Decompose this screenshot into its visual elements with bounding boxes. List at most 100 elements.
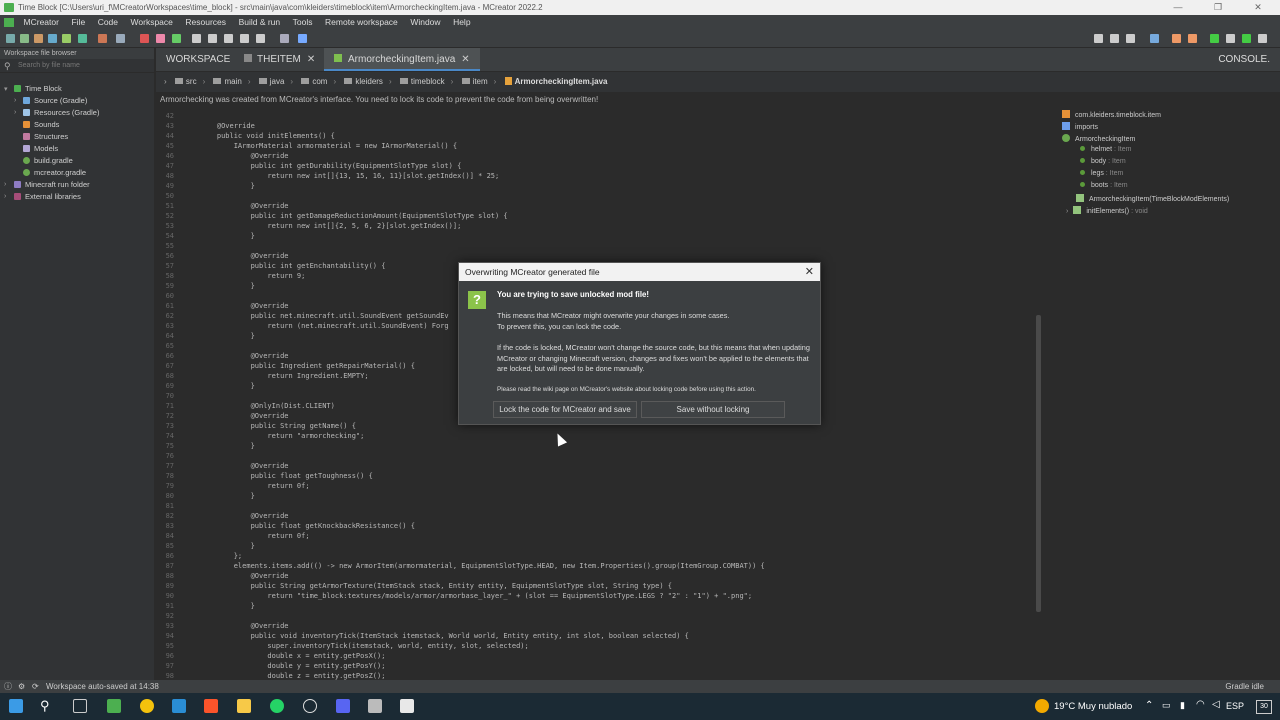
code-line[interactable]: return 9; — [200, 271, 305, 281]
code-line[interactable]: double y = entity.getPosY(); — [200, 661, 385, 671]
resources-icon[interactable] — [34, 34, 43, 43]
grid-green-icon[interactable] — [172, 34, 181, 43]
code-line[interactable]: public float getKnockbackResistance() { — [200, 521, 415, 531]
menu-window[interactable]: Window — [405, 15, 445, 30]
build-icon[interactable] — [1172, 34, 1181, 43]
code-line[interactable]: public float getToughness() { — [200, 471, 373, 481]
app-icon-2[interactable] — [368, 699, 382, 713]
network-icon[interactable]: ▭ — [1162, 700, 1171, 711]
push-icon[interactable] — [1126, 34, 1135, 43]
windows-start-icon[interactable] — [9, 699, 23, 713]
code-line[interactable]: } — [200, 381, 255, 391]
chrome-icon[interactable] — [140, 699, 154, 713]
console-tab[interactable]: CONSOLE. — [1218, 48, 1270, 71]
structures-icon[interactable] — [62, 34, 71, 43]
info-icon[interactable]: ⓘ — [4, 680, 12, 693]
search-icon[interactable]: ⚲ — [40, 698, 50, 714]
code-line[interactable]: elements.items.add(() -> new ArmorItem(a… — [200, 561, 765, 571]
menu-mcreator[interactable]: MCreator — [19, 15, 64, 30]
menu-build-run[interactable]: Build & run — [234, 15, 286, 30]
minimize-button[interactable]: — — [1158, 0, 1198, 15]
settings-icon[interactable] — [280, 34, 289, 43]
animation-icon[interactable] — [98, 34, 107, 43]
tree-item-sounds[interactable]: Sounds — [23, 120, 59, 129]
code-line[interactable]: } — [200, 441, 255, 451]
grid-pink-icon[interactable] — [156, 34, 165, 43]
code-line[interactable]: return 0f; — [200, 531, 309, 541]
weather-text[interactable]: 19°C Muy nublado — [1054, 701, 1132, 712]
editor-scrollbar[interactable] — [1036, 315, 1041, 612]
lock-code-and-save-button[interactable]: Lock the code for MCreator and save — [493, 401, 637, 418]
folder-icon[interactable] — [1150, 34, 1159, 43]
language-indicator[interactable]: ESP — [1226, 701, 1244, 711]
code-line[interactable]: } — [200, 601, 255, 611]
code-line[interactable]: }; — [200, 551, 242, 561]
tree-item-build-gradle[interactable]: build.gradle — [23, 156, 73, 165]
outline-constructor[interactable]: ArmorcheckingItem(TimeBlockModElements) — [1076, 194, 1229, 203]
code-line[interactable]: @Override — [200, 251, 289, 261]
code-line[interactable]: return new int[]{2, 5, 6, 2}[slot.getInd… — [200, 221, 461, 231]
outline-field[interactable]: boots : Item — [1080, 182, 1128, 189]
breadcrumb-file[interactable]: ArmorcheckingItem.java — [504, 72, 608, 92]
code-line[interactable]: @Override — [200, 201, 289, 211]
file-search-box[interactable]: ⚲ Search by file name — [0, 59, 154, 73]
task-view-icon[interactable] — [73, 699, 87, 713]
tree-item-source[interactable]: Source (Gradle) — [23, 96, 87, 105]
code-line[interactable]: @Override — [200, 411, 289, 421]
code-line[interactable]: } — [200, 231, 255, 241]
tree-item-external-libraries[interactable]: External libraries — [14, 192, 81, 201]
code-line[interactable]: @Override — [200, 301, 289, 311]
code-line[interactable]: @Override — [200, 121, 255, 131]
run-client-icon[interactable] — [1210, 34, 1219, 43]
tree-item-models[interactable]: Models — [23, 144, 58, 153]
tool-icon[interactable] — [192, 34, 201, 43]
tool-icon-2[interactable] — [208, 34, 217, 43]
app-icon[interactable] — [172, 699, 186, 713]
code-line[interactable]: IArmorMaterial armormaterial = new IArmo… — [200, 141, 457, 151]
code-line[interactable]: return new int[]{13, 15, 16, 11}[slot.ge… — [200, 171, 499, 181]
outline-method[interactable]: › initElements() : void — [1066, 206, 1148, 215]
obs-icon[interactable] — [303, 699, 317, 713]
code-line[interactable]: public void inventoryTick(ItemStack item… — [200, 631, 689, 641]
code-line[interactable]: public String getArmorTexture(ItemStack … — [200, 581, 672, 591]
textures-icon[interactable] — [78, 34, 87, 43]
code-line[interactable]: double z = entity.getPosZ(); — [200, 671, 385, 680]
code-line[interactable]: } — [200, 181, 255, 191]
notifications-icon[interactable]: 30 — [1256, 700, 1272, 714]
code-line[interactable]: @Override — [200, 511, 289, 521]
mcreator-taskbar-icon[interactable] — [107, 699, 121, 713]
menu-file[interactable]: File — [66, 15, 90, 30]
code-line[interactable]: public net.minecraft.util.SoundEvent get… — [200, 311, 449, 321]
stop-icon[interactable] — [1226, 34, 1235, 43]
code-line[interactable]: public Ingredient getRepairMaterial() { — [200, 361, 415, 371]
menu-remote-workspace[interactable]: Remote workspace — [320, 15, 403, 30]
menu-workspace[interactable]: Workspace — [126, 15, 178, 30]
tree-item-structures[interactable]: Structures — [23, 132, 68, 141]
brave-icon[interactable] — [204, 699, 218, 713]
code-line[interactable]: @Override — [200, 351, 289, 361]
collapse-arrow-icon[interactable]: › — [4, 193, 6, 200]
app-icon-3[interactable] — [400, 699, 414, 713]
code-line[interactable]: return "armorchecking"; — [200, 431, 364, 441]
file-explorer-icon[interactable] — [237, 699, 251, 713]
nav-arrow-icon[interactable]: › — [164, 77, 167, 86]
import-icon[interactable] — [298, 34, 307, 43]
grid-red-icon[interactable] — [140, 34, 149, 43]
wifi-icon[interactable]: ◠ — [1196, 699, 1205, 710]
maximize-button[interactable]: ❐ — [1198, 0, 1238, 15]
collapse-arrow-icon[interactable]: › — [14, 97, 16, 104]
menu-resources[interactable]: Resources — [180, 15, 231, 30]
code-line[interactable]: public int getEnchantability() { — [200, 261, 386, 271]
breadcrumb-main[interactable]: main — [213, 72, 242, 92]
chevron-up-icon[interactable]: ⌃ — [1145, 700, 1153, 711]
breadcrumb-timeblock[interactable]: timeblock — [399, 72, 445, 92]
stop-server-icon[interactable] — [1258, 34, 1267, 43]
close-window-button[interactable]: ✕ — [1238, 0, 1278, 15]
outline-imports[interactable]: imports — [1062, 122, 1098, 131]
tool-icon-4[interactable] — [240, 34, 249, 43]
outline-package[interactable]: com.kleiders.timeblock.item — [1062, 110, 1161, 119]
collapse-arrow-icon[interactable]: › — [4, 181, 6, 188]
outline-class[interactable]: ArmorcheckingItem — [1062, 134, 1135, 143]
code-line[interactable]: return "time_block:textures/models/armor… — [200, 591, 752, 601]
code-line[interactable]: } — [200, 281, 255, 291]
